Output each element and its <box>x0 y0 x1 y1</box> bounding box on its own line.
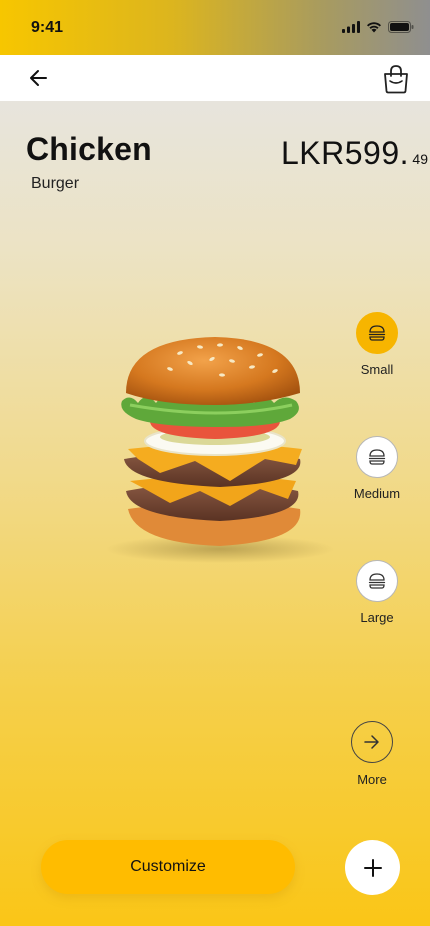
size-option-small[interactable]: Small <box>337 312 417 377</box>
add-to-cart-button[interactable] <box>345 840 400 895</box>
arrow-left-icon <box>30 70 47 86</box>
more-circle <box>351 721 393 763</box>
signal-icon <box>342 21 360 33</box>
status-time: 9:41 <box>31 19 64 36</box>
more-label: More <box>357 772 387 787</box>
size-large-circle <box>356 560 398 602</box>
shopping-bag-icon <box>384 65 408 94</box>
wifi-icon <box>367 22 381 33</box>
burger-icon <box>368 573 386 589</box>
burger-icon <box>368 325 386 341</box>
size-medium-circle <box>356 436 398 478</box>
customize-button[interactable]: Customize <box>41 840 295 894</box>
cart-button[interactable] <box>382 64 410 94</box>
status-icons <box>342 21 414 33</box>
more-button[interactable]: More <box>332 721 412 787</box>
product-price: LKR599. <box>280 135 409 171</box>
size-small-label: Small <box>360 362 394 377</box>
product-name: Chicken <box>26 131 152 167</box>
size-option-medium[interactable]: Medium <box>337 436 417 501</box>
status-bar: 9:41 <box>0 0 430 55</box>
size-medium-label: Medium <box>353 486 401 501</box>
product-detail: Chicken Burger LKR599. 49 Small Medium L… <box>0 101 430 926</box>
size-large-label: Large <box>360 610 394 625</box>
product-price-cents: 49 <box>412 151 428 167</box>
arrow-right-icon <box>364 735 379 749</box>
size-small-circle <box>356 312 398 354</box>
battery-icon <box>388 21 414 33</box>
back-button[interactable] <box>26 66 52 90</box>
plus-icon <box>363 858 382 877</box>
size-option-large[interactable]: Large <box>337 560 417 625</box>
burger-icon <box>368 449 386 465</box>
nav-bar <box>0 55 430 101</box>
burger-image <box>105 337 335 563</box>
product-category: Burger <box>31 175 80 192</box>
